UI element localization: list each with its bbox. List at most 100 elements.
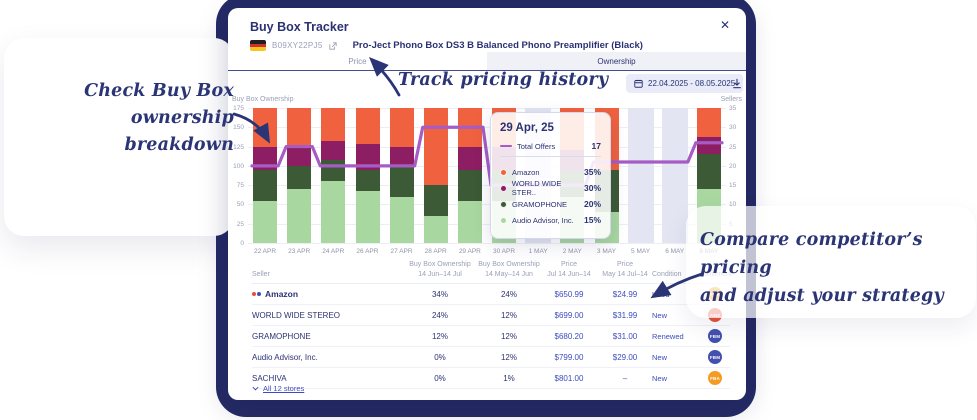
chart-tooltip: 29 Apr, 25 Total Offers 17 Amazon35%WORL…	[490, 112, 611, 239]
x-axis-label: 24 APR	[316, 248, 350, 255]
tooltip-total-offers: Total Offers 17	[500, 141, 601, 151]
condition: New	[652, 353, 700, 362]
x-axis-label: 26 APR	[350, 248, 384, 255]
tab-ownership[interactable]: Ownership	[487, 52, 746, 70]
date-range-picker[interactable]: 22.04.2025 - 08.05.2025	[626, 74, 743, 93]
date-range-value: 22.04.2025 - 08.05.2025	[648, 79, 735, 88]
x-axis-label: 27 APR	[385, 248, 419, 255]
x-axis-label: 29 APR	[453, 248, 487, 255]
fulfillment-badge: FBA	[708, 371, 722, 385]
buybox-ownership-1: 24%	[402, 311, 478, 320]
left-axis-tick: 75	[228, 182, 244, 189]
right-axis-tick: 30	[729, 124, 736, 131]
left-axis-tick: 50	[228, 201, 244, 208]
legend-share-value: 15%	[584, 215, 601, 225]
amazon-icon	[252, 292, 261, 296]
buybox-ownership-2: 12%	[478, 311, 540, 320]
total-offers-label: Total Offers	[517, 142, 555, 151]
buybox-ownership-1: 12%	[402, 332, 478, 341]
price-2: –	[598, 374, 652, 383]
price-2: $29.00	[598, 353, 652, 362]
total-offers-line-swatch	[500, 145, 512, 148]
close-icon[interactable]: ✕	[720, 18, 730, 32]
tab-price[interactable]: Price	[228, 52, 487, 70]
annotation-right-line2: and adjust your strategy	[700, 286, 944, 306]
annotation-track-pricing: Track pricing history	[398, 70, 608, 90]
tooltip-legend: Amazon35%WORLD WIDE STER..30% GRAMOPHONE 2…	[500, 164, 601, 228]
buybox-ownership-1: 34%	[402, 290, 478, 299]
sellers-table: SellerBuy Box Ownership14 Jun–14 JulBuy …	[252, 260, 730, 389]
price-2: $24.99	[598, 290, 652, 299]
tooltip-legend-row: Amazon35%	[500, 164, 601, 180]
legend-dot	[500, 201, 507, 208]
price-1: $699.00	[540, 311, 598, 320]
left-axis-tick: 25	[228, 221, 244, 228]
right-axis-tick: 20	[729, 163, 736, 170]
tooltip-divider	[500, 156, 601, 157]
buybox-ownership-2: 1%	[478, 374, 540, 383]
left-axis-tick: 100	[228, 163, 244, 170]
price-2: $31.00	[598, 332, 652, 341]
seller-name: GRAMOPHONE	[252, 332, 311, 341]
total-offers-value: 17	[592, 141, 601, 151]
condition: Renewed	[652, 332, 700, 341]
seller-name: Audio Advisor, Inc.	[252, 353, 318, 362]
x-axis-label: 2 MAY	[555, 248, 589, 255]
gridline	[248, 243, 726, 244]
all-stores-link[interactable]: All 12 stores	[252, 384, 304, 393]
annotation-left-line1: Check Buy Box ownership	[84, 81, 234, 128]
seller-name: SACHIVA	[252, 374, 287, 383]
fulfillment-badge: FBM	[708, 329, 722, 343]
table-row[interactable]: WORLD WIDE STEREO24%12%$699.00$31.99NewA…	[252, 305, 730, 326]
right-axis-tick: 25	[729, 144, 736, 151]
all-stores-label: All 12 stores	[263, 384, 304, 393]
table-row[interactable]: Audio Advisor, Inc.0%12%$799.00$29.00New…	[252, 347, 730, 368]
legend-seller-name: GRAMOPHONE	[512, 200, 567, 209]
annotation-left-line2: breakdown	[124, 135, 234, 155]
download-icon[interactable]	[732, 76, 742, 94]
x-axis-label: 28 APR	[419, 248, 453, 255]
buybox-ownership-2: 12%	[478, 353, 540, 362]
table-header-row: SellerBuy Box Ownership14 Jun–14 JulBuy …	[252, 260, 730, 284]
tab-bar: Price Ownership	[228, 52, 746, 71]
total-offers-line	[248, 108, 726, 243]
annotation-right-line1: Compare competitor’s pricing	[700, 230, 923, 278]
legend-dot	[500, 185, 507, 192]
buybox-ownership-1: 0%	[402, 353, 478, 362]
x-axis-label: 22 APR	[248, 248, 282, 255]
buybox-ownership-2: 12%	[478, 332, 540, 341]
x-axis-label: 23 APR	[282, 248, 316, 255]
table-row[interactable]: Amazon34%24%$650.99$24.99UsedFBA	[252, 284, 730, 305]
right-axis-tick: 15	[729, 182, 736, 189]
chart-plot-area	[248, 108, 726, 243]
germany-flag-icon	[250, 40, 266, 51]
price-2: $31.99	[598, 311, 652, 320]
legend-seller-name: WORLD WIDE STER..	[512, 179, 584, 197]
chevron-down-icon	[252, 386, 259, 391]
seller-name: WORLD WIDE STEREO	[252, 311, 340, 320]
left-axis-title: Buy Box Ownership	[232, 96, 293, 103]
buy-box-tracker-modal: Buy Box Tracker ✕ B09XY22PJ5 Pro-Ject Ph…	[228, 8, 746, 400]
annotation-compare-pricing: Compare competitor’s pricing and adjust …	[700, 226, 977, 310]
right-axis-tick: 35	[729, 105, 736, 112]
table-row[interactable]: GRAMOPHONE12%12%$680.20$31.00RenewedFBM	[252, 326, 730, 347]
legend-share-value: 30%	[584, 183, 601, 193]
column-header-price: PriceJul 14 Jun–14	[540, 260, 598, 279]
legend-share-value: 20%	[584, 199, 601, 209]
product-name: Pro-Ject Phono Box DS3 B Balanced Phono …	[353, 40, 643, 51]
column-header-price: PriceMay 14 Jul–14	[598, 260, 652, 279]
buybox-ownership-1: 0%	[402, 374, 478, 383]
condition: New	[652, 374, 700, 383]
external-link-icon[interactable]	[329, 42, 337, 50]
legend-share-value: 35%	[584, 167, 601, 177]
table-row[interactable]: SACHIVA0%1%$801.00–NewFBA	[252, 368, 730, 389]
right-axis-title: Sellers	[721, 96, 742, 103]
x-axis-label: 1 MAY	[521, 248, 555, 255]
tooltip-date: 29 Apr, 25	[500, 122, 601, 134]
page: Check Buy Box ownership breakdown Track …	[0, 0, 977, 420]
column-header-buy-box-ownership: Buy Box Ownership14 May–14 Jun	[478, 260, 540, 279]
buybox-ownership-2: 24%	[478, 290, 540, 299]
calendar-icon	[634, 79, 643, 88]
column-header-buy-box-ownership: Buy Box Ownership14 Jun–14 Jul	[402, 260, 478, 279]
annotation-ownership-breakdown: Check Buy Box ownership breakdown	[6, 78, 234, 159]
